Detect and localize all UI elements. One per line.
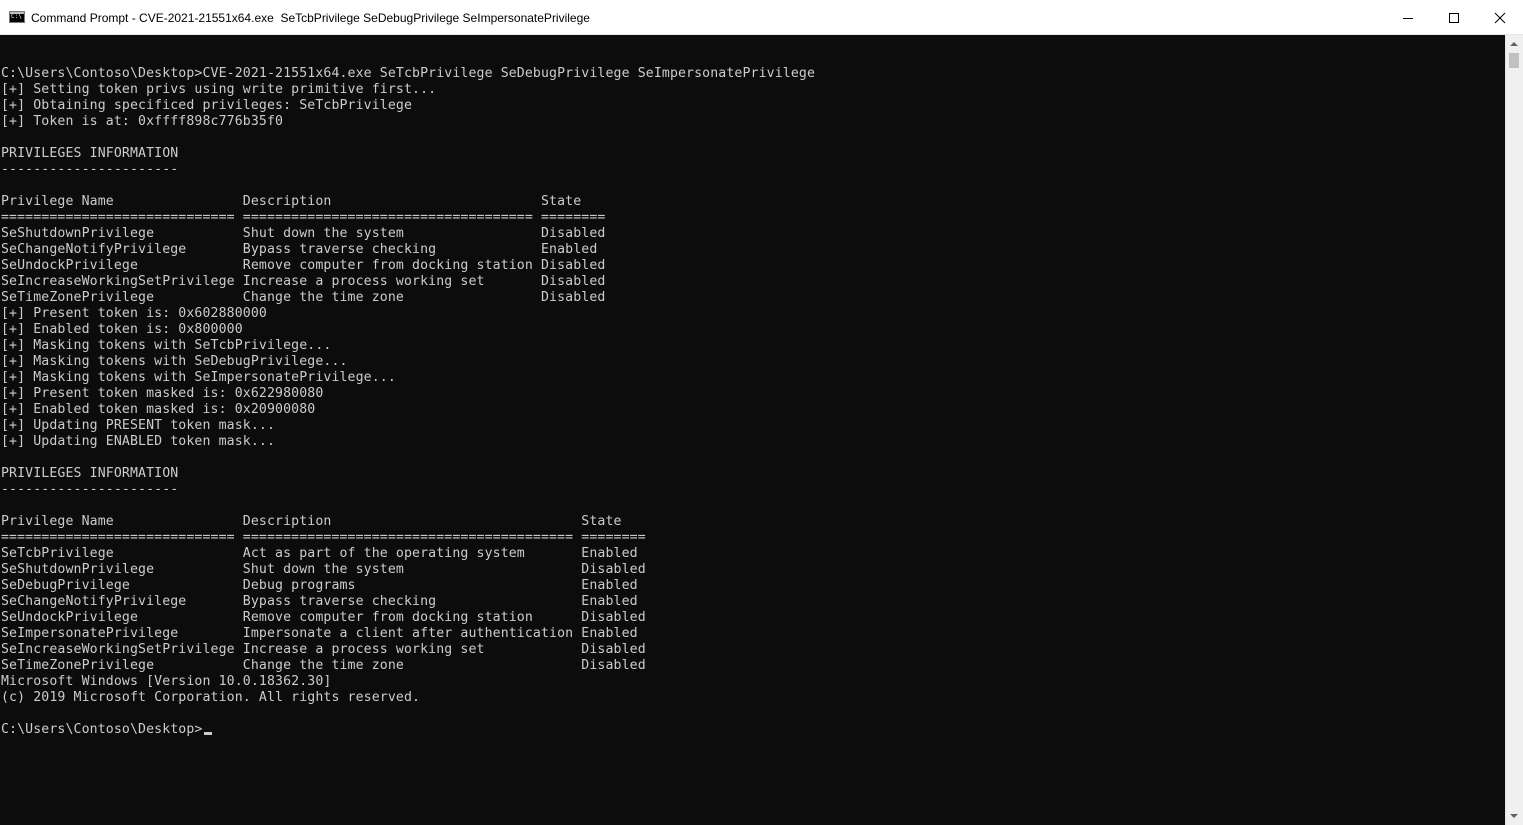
console-line: ---------------------- (1, 162, 179, 177)
scrollbar-thumb[interactable] (1509, 53, 1519, 68)
console-line: Privilege Name Description State (1, 514, 622, 529)
maximize-icon (1449, 13, 1459, 23)
console-prompt-line[interactable]: C:\Users\Contoso\Desktop> (0, 722, 1505, 738)
console-line: [+] Setting token privs using write prim… (1, 82, 437, 97)
console-line: ============================= ==========… (1, 530, 646, 545)
console-line: SeTcbPrivilege Act as part of the operat… (1, 546, 638, 561)
console-line: SeUndockPrivilege Remove computer from d… (1, 258, 606, 273)
console-line: Microsoft Windows [Version 10.0.18362.30… (1, 674, 332, 689)
command-prompt-icon[interactable]: C:\ (9, 11, 25, 23)
text-cursor (203, 732, 212, 735)
console-line: SeChangeNotifyPrivilege Bypass traverse … (1, 242, 598, 257)
console-line: [+] Token is at: 0xffff898c776b35f0 (1, 114, 284, 129)
console-line: SeTimeZonePrivilege Change the time zone… (1, 658, 646, 673)
command-prompt-window: C:\ Command Prompt - CVE-2021-21551x64.e… (0, 0, 1523, 825)
scroll-up-arrow-icon[interactable] (1510, 42, 1518, 46)
console-line: SeDebugPrivilege Debug programs Enabled (1, 578, 638, 593)
console-line: ============================= ==========… (1, 210, 606, 225)
console-line: [+] Masking tokens with SeDebugPrivilege… (1, 354, 348, 369)
console-line: C:\Users\Contoso\Desktop>CVE-2021-21551x… (1, 66, 816, 81)
scroll-down-arrow-icon[interactable] (1510, 814, 1518, 818)
console-line: [+] Obtaining specificed privileges: SeT… (1, 98, 413, 113)
console-output[interactable]: C:\Users\Contoso\Desktop>CVE-2021-21551x… (0, 50, 1505, 825)
console-line: SeIncreaseWorkingSetPrivilege Increase a… (1, 642, 646, 657)
vertical-scrollbar[interactable] (1505, 35, 1523, 825)
console-line: SeIncreaseWorkingSetPrivilege Increase a… (1, 274, 606, 289)
console-line: ---------------------- (1, 482, 179, 497)
console-line: SeShutdownPrivilege Shut down the system… (1, 562, 646, 577)
minimize-icon (1403, 18, 1413, 19)
title-bar[interactable]: C:\ Command Prompt - CVE-2021-21551x64.e… (0, 0, 1523, 35)
console-line: [+] Present token is: 0x602880000 (1, 306, 267, 321)
console-line: [+] Updating ENABLED token mask... (1, 434, 276, 449)
close-button[interactable] (1477, 0, 1523, 35)
console-line: [+] Enabled token is: 0x800000 (1, 322, 243, 337)
console-line: [+] Enabled token masked is: 0x20900080 (1, 402, 316, 417)
console-line: [+] Masking tokens with SeTcbPrivilege..… (1, 338, 332, 353)
console-line: [+] Updating PRESENT token mask... (1, 418, 276, 433)
console-line: SeImpersonatePrivilege Impersonate a cli… (1, 626, 638, 641)
console-line: Privilege Name Description State (1, 194, 582, 209)
console-line: PRIVILEGES INFORMATION (1, 466, 179, 481)
minimize-button[interactable] (1385, 0, 1431, 35)
console-line: SeShutdownPrivilege Shut down the system… (1, 226, 606, 241)
console-line: SeTimeZonePrivilege Change the time zone… (1, 290, 606, 305)
console-line: SeChangeNotifyPrivilege Bypass traverse … (1, 594, 638, 609)
window-title: Command Prompt - CVE-2021-21551x64.exe S… (31, 11, 590, 25)
console-line: [+] Masking tokens with SeImpersonatePri… (1, 370, 396, 385)
command-prompt: C:\Users\Contoso\Desktop> (1, 722, 203, 737)
console-line: SeUndockPrivilege Remove computer from d… (1, 610, 646, 625)
console-line: [+] Present token masked is: 0x622980080 (1, 386, 324, 401)
maximize-button[interactable] (1431, 0, 1477, 35)
console-line: PRIVILEGES INFORMATION (1, 146, 179, 161)
console-line: (c) 2019 Microsoft Corporation. All righ… (1, 690, 421, 705)
close-icon (1494, 12, 1506, 24)
